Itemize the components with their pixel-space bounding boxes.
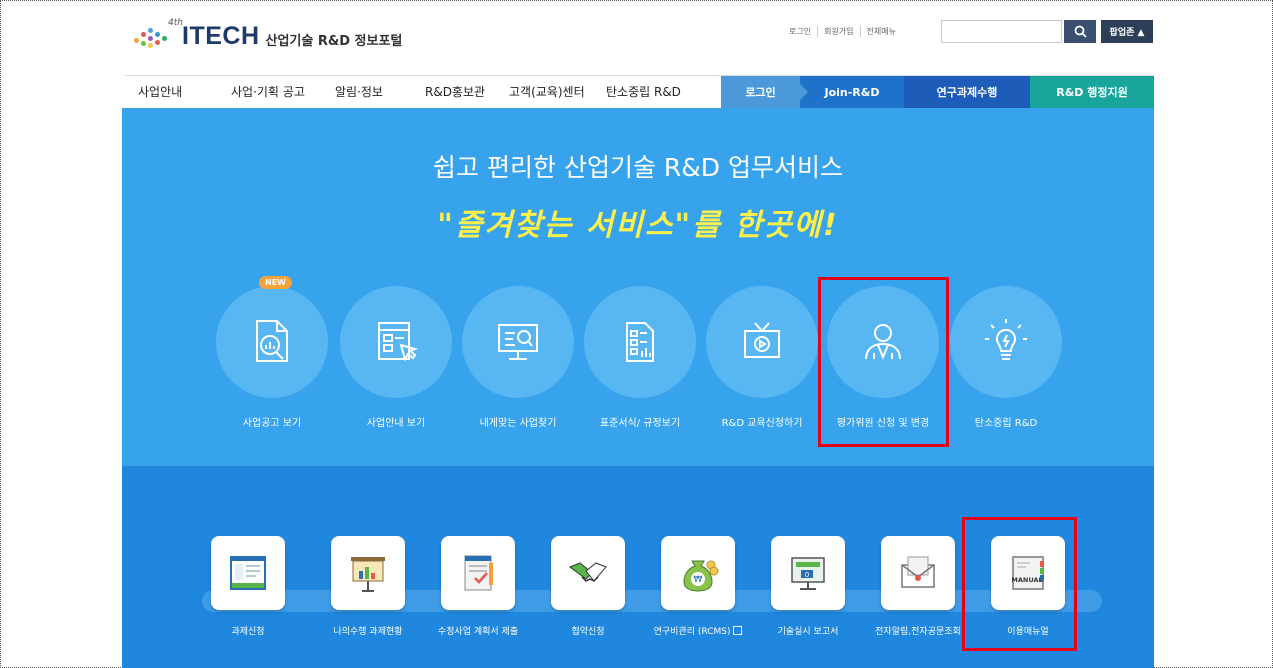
service-label: 표준서식/ 규정보기 <box>599 418 681 429</box>
service-label: 내게맞는 사업찾기 <box>479 418 557 429</box>
lightbulb-icon <box>985 319 1027 360</box>
hero-title: 쉽고 편리한 산업기술 R&D 업무서비스 <box>433 153 843 182</box>
tool-label: 과제신청 <box>231 627 265 637</box>
service-label: 탄소중립 R&D <box>974 418 1038 429</box>
window-app-icon <box>230 556 266 590</box>
tool-label: 연구비관리 (RCMS) <box>643 624 753 637</box>
new-badge: NEW <box>259 276 292 289</box>
tool-tech-report[interactable]: 0 기술실시 보고서 <box>753 536 863 637</box>
logo-4th-badge: 4th <box>168 17 183 28</box>
svg-text:0: 0 <box>805 571 809 579</box>
money-bag-icon: ₩ <box>683 560 719 592</box>
itech-logo[interactable]: 4th ITECH 산업기술 R&D 정보포털 <box>132 18 403 51</box>
hero-slogan: "즐겨찾는 서비스"를 한곳에! <box>437 208 839 243</box>
envelope-icon <box>901 556 935 588</box>
search-input[interactable] <box>941 20 1062 43</box>
search-icon <box>1074 25 1087 38</box>
service-label: R&D 교육신청하기 <box>721 418 803 429</box>
logo-subtitle: 산업기술 R&D 정보포털 <box>265 34 403 49</box>
tool-label: 기술실시 보고서 <box>777 627 839 637</box>
svg-text:₩: ₩ <box>694 575 703 585</box>
hero-section: 쉽고 편리한 산업기술 R&D 업무서비스 "즐겨찾는 서비스"를 한곳에! N… <box>122 108 1154 466</box>
tool-agreement[interactable]: 협약신청 <box>533 536 643 637</box>
tool-revised-plan[interactable]: 수정사업 계획서 제출 <box>423 536 533 637</box>
tool-label: 수정사업 계획서 제출 <box>437 627 519 637</box>
highlight-box-manual <box>962 517 1077 651</box>
nav-rnd-pr[interactable]: R&D홍보관 <box>425 76 485 109</box>
handshake-icon <box>568 562 607 582</box>
popup-zone-button[interactable]: 팝업존 ▲ <box>1101 20 1153 43</box>
tool-my-projects[interactable]: 나의수행 과제현황 <box>313 536 423 637</box>
nav-join-rnd-button[interactable]: Join-R&D <box>800 76 904 109</box>
tool-label: 협약신청 <box>571 627 605 637</box>
tool-e-notice[interactable]: 전자알림,전자공문조회 <box>863 536 973 637</box>
nav-announcement[interactable]: 사업·기획 공고 <box>231 76 305 109</box>
login-link[interactable]: 로그인 <box>783 26 817 37</box>
logo-dots-icon: 4th <box>132 18 183 48</box>
nav-project-button[interactable]: 연구과제수행 <box>904 76 1030 109</box>
checklist-icon <box>464 555 493 591</box>
service-announcement[interactable]: NEW 사업공고 보기 <box>214 276 330 429</box>
signup-link[interactable]: 회원가입 <box>817 26 859 37</box>
service-label: 사업공고 보기 <box>242 418 302 429</box>
nav-business-info[interactable]: 사업안내 <box>138 76 182 109</box>
service-find-business[interactable]: 내게맞는 사업찾기 <box>460 286 576 429</box>
tool-apply-project[interactable]: 과제신청 <box>193 536 303 637</box>
nav-carbon-neutral[interactable]: 탄소중립 R&D <box>606 76 681 109</box>
tool-label: 나의수행 과제현황 <box>333 627 403 637</box>
tool-label: 전자알림,전자공문조회 <box>875 627 961 637</box>
document-search-icon <box>256 320 288 362</box>
service-standard-forms[interactable]: 표준서식/ 규정보기 <box>582 286 698 429</box>
service-education[interactable]: R&D 교육신청하기 <box>704 286 820 429</box>
monitor-report-icon: 0 <box>791 557 825 590</box>
logo-title: ITECH <box>182 22 260 50</box>
top-links: 로그인 회원가입 전체메뉴 <box>783 26 902 37</box>
monitor-search-icon <box>498 324 538 360</box>
nav-admin-support-button[interactable]: R&D 행정지원 <box>1030 76 1154 109</box>
external-link-icon <box>733 626 743 635</box>
presentation-chart-icon <box>351 557 385 592</box>
tool-rcms[interactable]: ₩ 연구비관리 (RCMS) <box>643 536 753 637</box>
service-business-guide[interactable]: 사업안내 보기 <box>338 286 454 429</box>
service-label: 사업안내 보기 <box>366 418 426 429</box>
search-button[interactable] <box>1064 20 1096 43</box>
tv-play-icon <box>744 322 780 358</box>
service-carbon-neutral[interactable]: 탄소중립 R&D <box>948 286 1064 429</box>
document-chart-icon <box>626 322 654 362</box>
nav-login-button[interactable]: 로그인 <box>721 76 808 109</box>
form-click-icon <box>378 322 419 362</box>
main-nav: 사업안내 사업·기획 공고 알림·정보 R&D홍보관 고객(교육)센터 탄소중립… <box>124 75 1154 109</box>
tool-label-text: 연구비관리 (RCMS) <box>653 627 731 637</box>
nav-news-info[interactable]: 알림·정보 <box>335 76 383 109</box>
sitemap-link[interactable]: 전체메뉴 <box>859 26 902 37</box>
nav-customer-center[interactable]: 고객(교육)센터 <box>509 76 585 109</box>
highlight-box-evaluator <box>818 277 949 447</box>
